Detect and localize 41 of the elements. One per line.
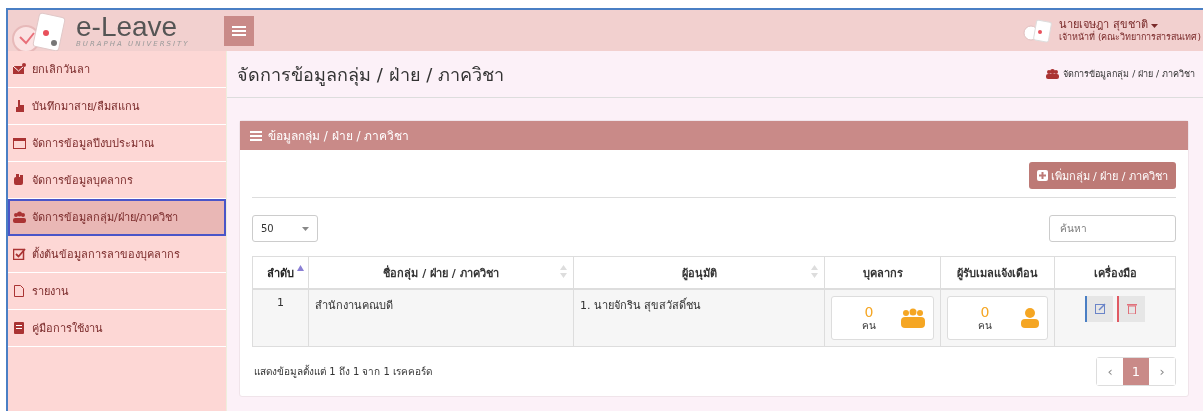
- sidebar-item[interactable]: จัดการข้อมูลกลุ่ม/ฝ่าย/ภาควิชา: [8, 199, 226, 236]
- menu-icon: [232, 24, 246, 37]
- table-cell: 1. นายจักริน สุขสวัสดิ์ชน: [573, 289, 825, 347]
- staff-count-card[interactable]: 0 คน: [831, 296, 934, 340]
- sort-icon: [811, 265, 818, 278]
- user-icon: [1021, 308, 1039, 328]
- edit-icon: [1094, 302, 1106, 314]
- trash-icon: [1127, 302, 1137, 314]
- file-icon: [13, 285, 26, 297]
- table-cell: สำนักงานคณบดี: [308, 289, 574, 347]
- user-role: เจ้าหน้าที่ (คณะวิทยาการสารสนเทศ): [1059, 31, 1201, 44]
- logo-title: e-Leave: [76, 13, 178, 41]
- table-cell: 1: [252, 289, 309, 347]
- mail-recipient-card[interactable]: 0 คน: [947, 296, 1048, 340]
- menu-button[interactable]: [224, 15, 254, 46]
- search-field[interactable]: ค้นหา: [1049, 215, 1176, 242]
- records-info: แสดงข้อมูลตั้งแต่ 1 ถึง 1 จาก 1 เรคคอร์ด: [253, 364, 433, 379]
- caret-icon: [1151, 23, 1159, 28]
- users-icon: [13, 174, 26, 186]
- avatar-icon: [1023, 17, 1054, 44]
- users-icon: [901, 308, 925, 328]
- group-icon: [1046, 69, 1060, 79]
- book-icon: [13, 322, 26, 334]
- calendar-icon: [13, 137, 26, 149]
- sort-icon: [560, 265, 567, 278]
- plus-icon: [1036, 170, 1048, 181]
- sort-ascending-icon: [297, 265, 304, 271]
- check-icon: [13, 248, 26, 260]
- hand-icon: [13, 100, 26, 112]
- page-size-select[interactable]: 50: [252, 215, 318, 242]
- user-name[interactable]: นายเจษฎา สุขชาติ: [1059, 17, 1201, 32]
- mail-icon: [13, 63, 26, 75]
- panel-title: ข้อมูลกลุ่ม / ฝ่าย / ภาควิชา: [268, 128, 410, 145]
- page-title: จัดการข้อมูลกลุ่ม / ฝ่าย / ภาควิชา: [237, 62, 504, 88]
- delete-button[interactable]: [1117, 296, 1145, 322]
- caret-icon: [302, 226, 309, 231]
- list-icon: [250, 130, 262, 141]
- breadcrumb[interactable]: จัดการข้อมูลกลุ่ม / ฝ่าย / ภาควิชา: [1063, 67, 1195, 81]
- sidebar-item[interactable]: คู่มือการใช้งาน: [8, 310, 226, 347]
- edit-button[interactable]: [1085, 296, 1113, 322]
- group-icon: [13, 211, 26, 223]
